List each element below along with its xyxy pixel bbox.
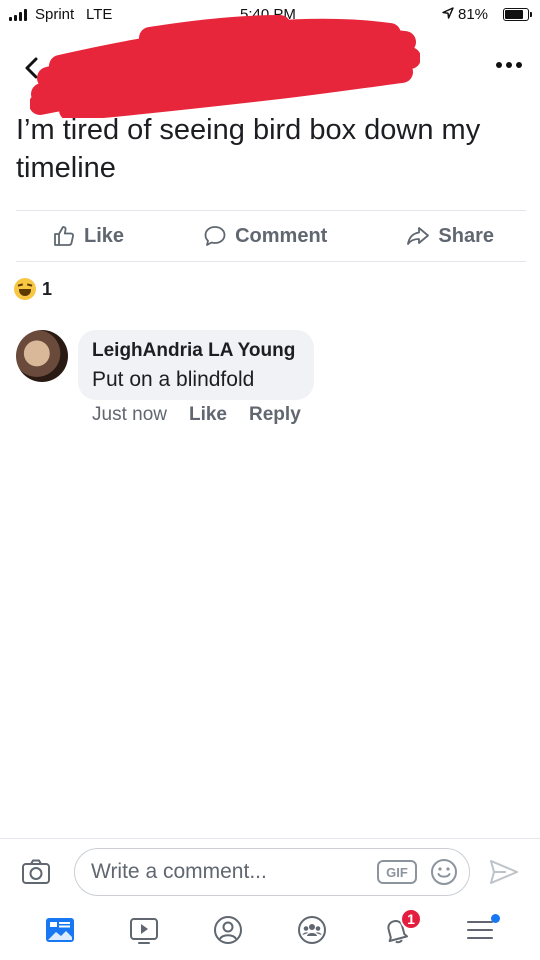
groups-icon — [298, 916, 326, 944]
share-label: Share — [438, 224, 494, 247]
profile-icon — [214, 916, 242, 944]
thumbs-up-icon — [54, 226, 74, 246]
comment-button[interactable]: Comment — [203, 224, 327, 248]
emoji-icon[interactable] — [429, 857, 459, 887]
comment-bubble: LeighAndria LA Young Put on a blindfold — [78, 330, 314, 400]
notifications-badge: 1 — [400, 908, 422, 930]
status-time: 5:40 PM — [240, 6, 296, 23]
network-type: LTE — [86, 6, 113, 23]
tab-menu[interactable] — [458, 908, 502, 952]
bottom-tab-bar: 1 — [0, 900, 540, 960]
tab-profile[interactable] — [206, 908, 250, 952]
carrier-name: Sprint — [35, 6, 75, 23]
post-actions: Like Comment Share — [16, 212, 526, 260]
news-feed-icon — [46, 918, 74, 942]
send-icon[interactable] — [488, 858, 520, 886]
watch-icon — [130, 918, 158, 944]
share-button[interactable]: Share — [406, 224, 494, 248]
gif-button[interactable]: GIF — [377, 860, 417, 884]
reaction-summary[interactable]: 1 — [14, 278, 52, 300]
commenter-avatar[interactable] — [16, 330, 68, 382]
tab-news-feed[interactable] — [38, 908, 82, 952]
haha-emoji-icon — [14, 278, 36, 300]
comment-meta: Just now Like Reply — [92, 404, 301, 426]
divider — [16, 261, 526, 262]
signal-icon — [9, 9, 27, 21]
divider — [0, 838, 540, 839]
camera-icon[interactable] — [20, 856, 52, 888]
comment-author[interactable]: LeighAndria LA Young — [92, 340, 300, 362]
comment-timestamp: Just now — [92, 404, 167, 425]
status-bar: Sprint LTE 5:40 PM 81% — [0, 0, 540, 30]
battery-percentage: 81% — [458, 6, 489, 23]
tab-watch[interactable] — [122, 908, 166, 952]
post-text: I’m tired of seeing bird box down my tim… — [16, 114, 481, 184]
comment-bubble-icon — [204, 226, 226, 246]
location-arrow-icon — [442, 7, 454, 19]
comment-text: Put on a blindfold — [92, 368, 255, 391]
menu-notification-dot — [491, 914, 500, 923]
tab-notifications[interactable]: 1 — [374, 908, 422, 952]
more-dots-icon[interactable] — [496, 62, 522, 72]
battery-icon — [503, 8, 532, 21]
comment-input[interactable]: Write a comment... GIF — [74, 848, 470, 896]
reaction-count: 1 — [42, 278, 53, 299]
comment-input-placeholder: Write a comment... — [91, 860, 267, 883]
like-label: Like — [84, 224, 125, 247]
comment-label: Comment — [235, 224, 328, 247]
divider — [16, 210, 526, 211]
back-chevron-icon[interactable] — [20, 56, 44, 80]
comment-reply-link[interactable]: Reply — [249, 404, 301, 426]
share-arrow-icon — [407, 227, 430, 245]
comment-like-link[interactable]: Like — [189, 404, 227, 426]
like-button[interactable]: Like — [52, 224, 124, 248]
tab-groups[interactable] — [290, 908, 334, 952]
